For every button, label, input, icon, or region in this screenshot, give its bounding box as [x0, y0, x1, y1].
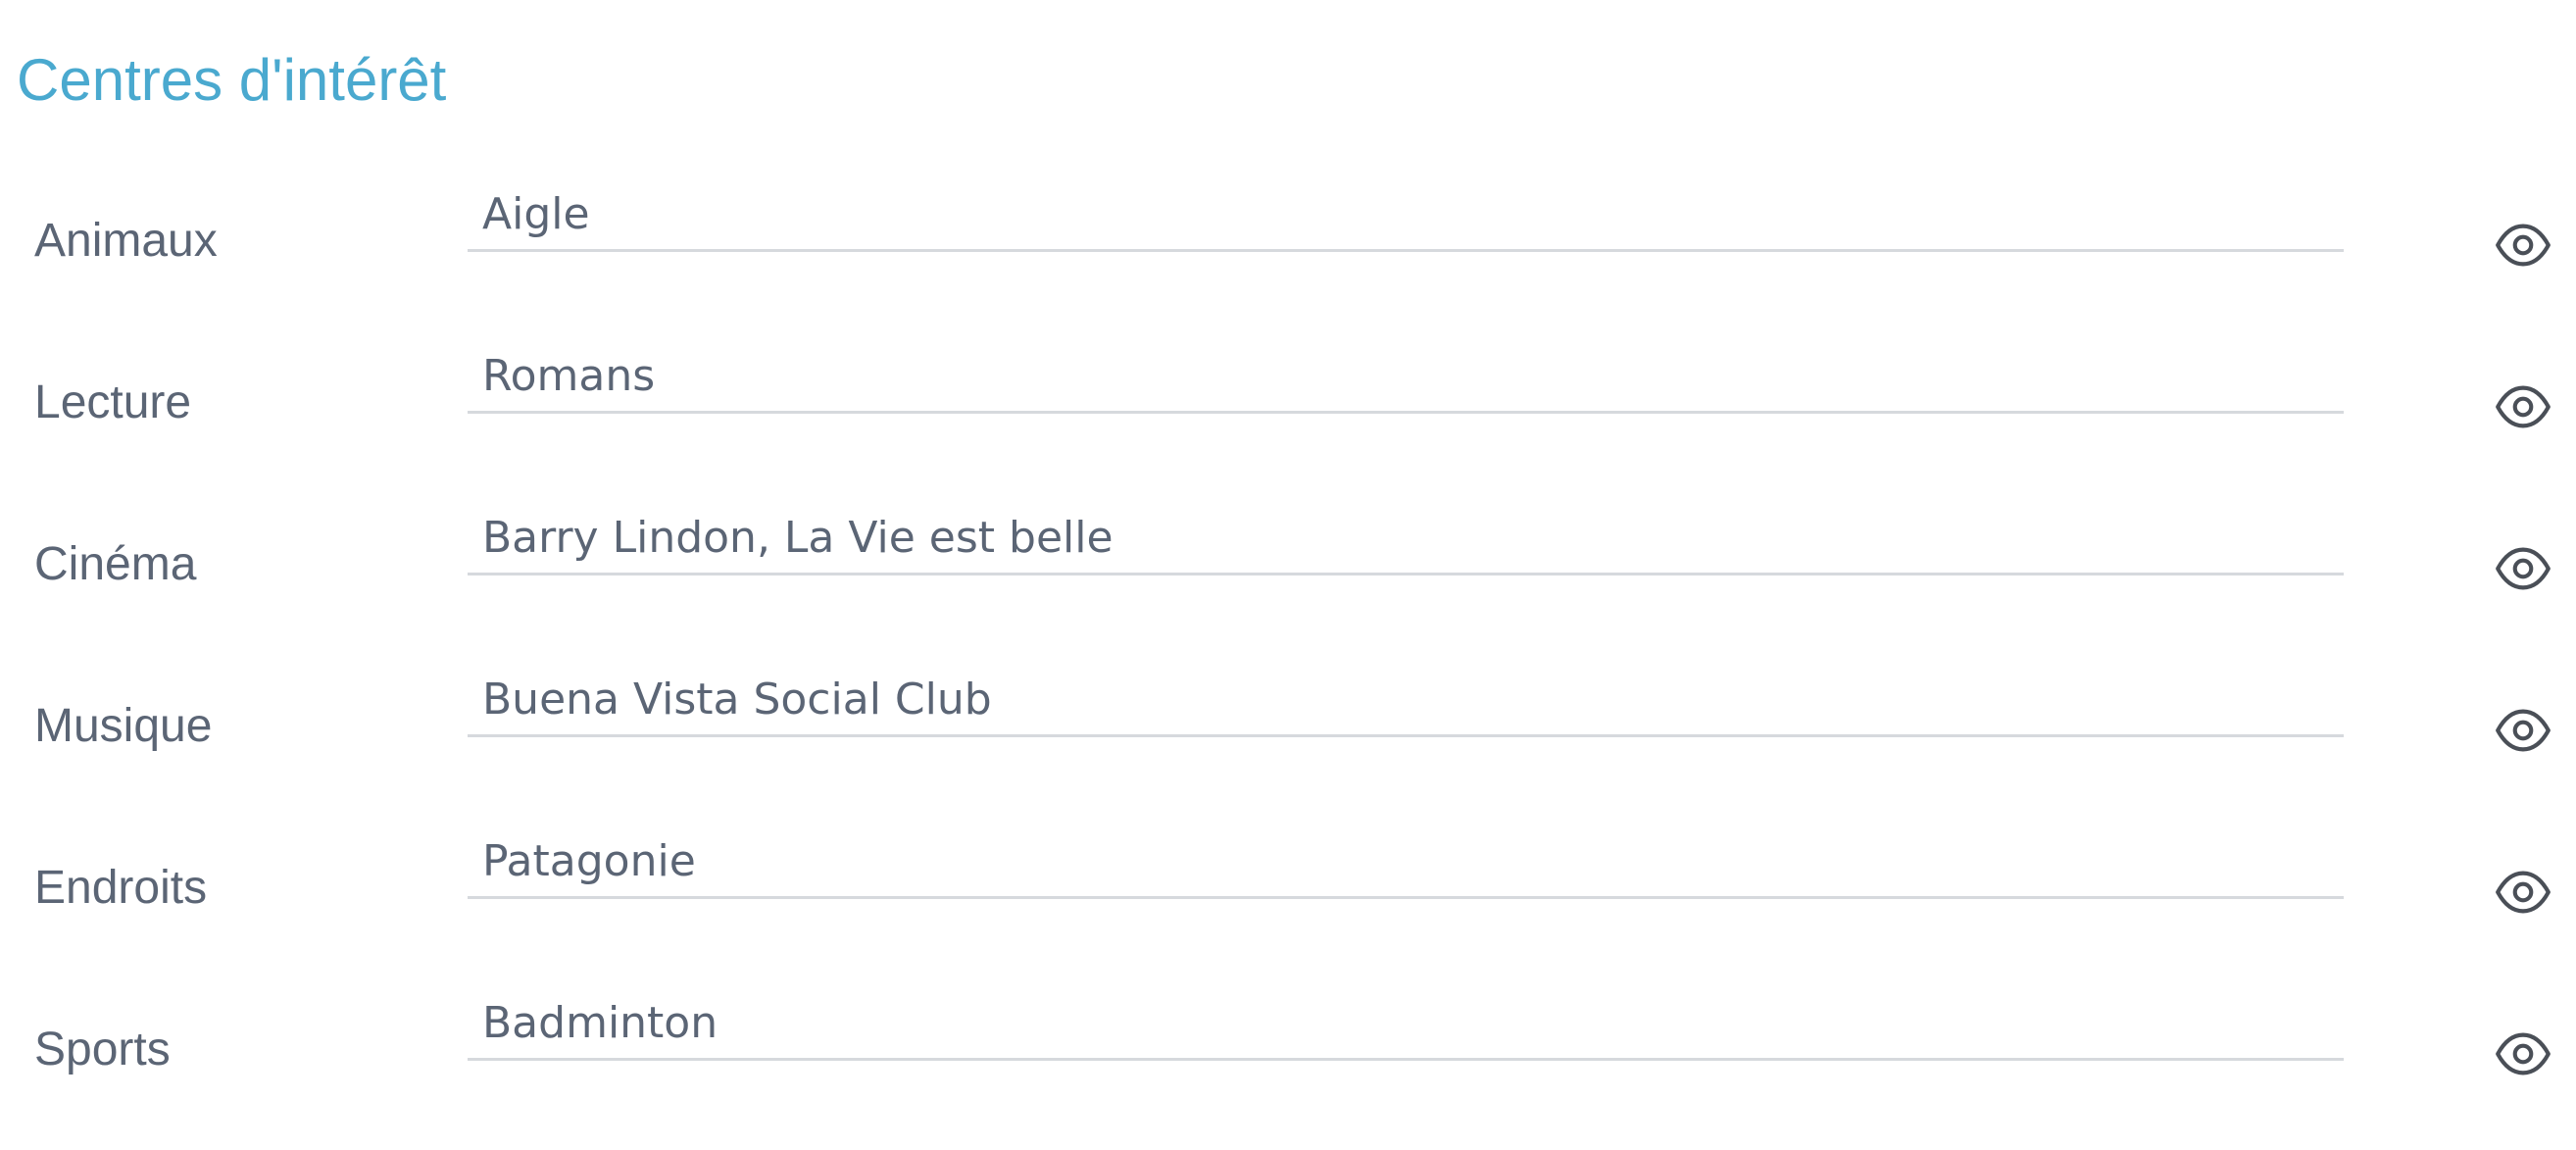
interest-label: Cinéma: [34, 538, 197, 590]
eye-icon[interactable]: [2493, 862, 2553, 923]
interest-field-animaux[interactable]: Aigle: [468, 172, 2344, 252]
interest-field-musique[interactable]: Buena Vista Social Club: [468, 657, 2344, 737]
interest-field-cinema[interactable]: Barry Lindon, La Vie est belle: [468, 495, 2344, 575]
interest-label: Endroits: [34, 862, 208, 914]
eye-icon[interactable]: [2493, 538, 2553, 599]
interest-value: Aigle: [482, 189, 590, 239]
interest-row-animaux: Animaux Aigle: [0, 172, 2576, 334]
interest-value: Patagonie: [482, 836, 696, 886]
interest-value: Romans: [482, 351, 656, 401]
interest-value: Buena Vista Social Club: [482, 675, 992, 725]
section-title: Centres d'intérêt: [17, 47, 447, 113]
interest-value: Badminton: [482, 998, 718, 1048]
interest-label: Lecture: [34, 376, 192, 428]
interest-value: Barry Lindon, La Vie est belle: [482, 513, 1114, 563]
interest-row-endroits: Endroits Patagonie: [0, 819, 2576, 981]
eye-icon[interactable]: [2493, 1024, 2553, 1084]
interest-row-lecture: Lecture Romans: [0, 333, 2576, 496]
interest-field-lecture[interactable]: Romans: [468, 333, 2344, 414]
eye-icon[interactable]: [2493, 700, 2553, 761]
eye-icon[interactable]: [2493, 215, 2553, 275]
interest-row-cinema: Cinéma Barry Lindon, La Vie est belle: [0, 495, 2576, 658]
interest-label: Sports: [34, 1024, 171, 1075]
eye-icon[interactable]: [2493, 376, 2553, 437]
interest-label: Musique: [34, 700, 213, 752]
interest-label: Animaux: [34, 215, 218, 267]
interest-field-endroits[interactable]: Patagonie: [468, 819, 2344, 899]
interest-field-sports[interactable]: Badminton: [468, 980, 2344, 1061]
interest-row-musique: Musique Buena Vista Social Club: [0, 657, 2576, 820]
interest-row-sports: Sports Badminton: [0, 980, 2576, 1143]
